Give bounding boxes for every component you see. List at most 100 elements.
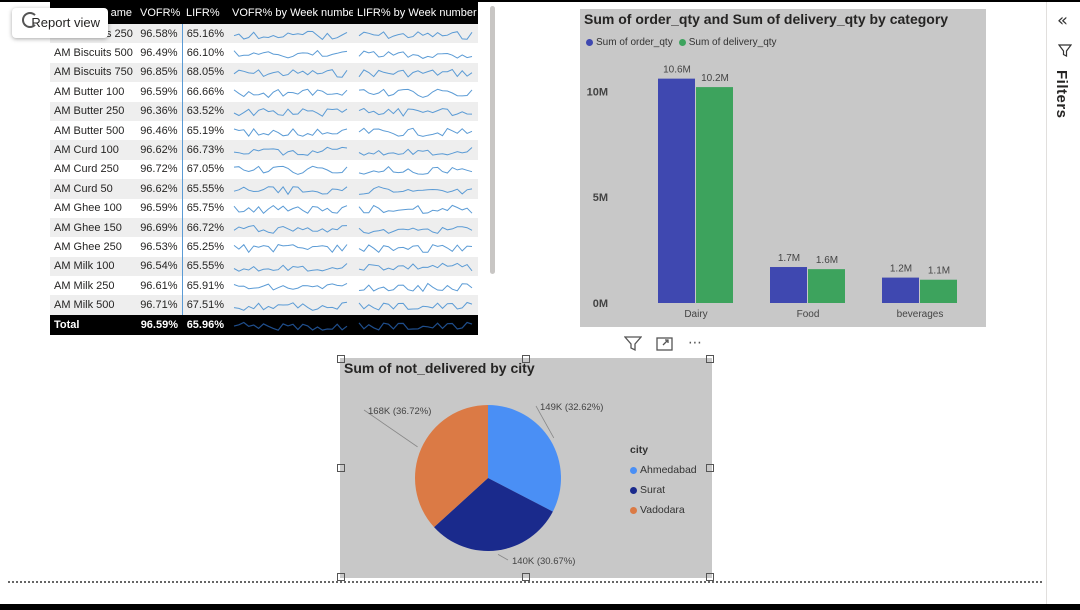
- table-row[interactable]: AM Milk 500 96.71% 67.51%: [50, 295, 478, 315]
- vofr-sparkline: [233, 321, 348, 331]
- x-tick-label: Food: [797, 309, 820, 320]
- resize-handle-top-right[interactable]: [706, 355, 714, 363]
- total-vofr-sparkline: [228, 314, 353, 335]
- bar: [882, 277, 919, 303]
- table-row[interactable]: AM Ghee 100 96.59% 65.75%: [50, 198, 478, 218]
- data-label: 10.2M: [701, 73, 729, 84]
- cell-name: AM Biscuits 500: [50, 43, 136, 63]
- cell-vofr: 96.46%: [136, 120, 183, 141]
- table-row[interactable]: AM Curd 100 96.62% 66.73%: [50, 140, 478, 160]
- table-row[interactable]: AM Butter 100 96.59% 66.66%: [50, 82, 478, 102]
- lifr-sparkline: [358, 263, 473, 272]
- cell-vofr: 96.71%: [136, 295, 183, 315]
- table-row[interactable]: AM Ghee 250 96.53% 65.25%: [50, 237, 478, 257]
- cell-vofr-sparkline: [228, 140, 353, 160]
- table-body: AM Biscuits 25096.58%65.16%AM Biscuits 5…: [50, 24, 478, 335]
- cell-name: AM Butter 250: [50, 101, 136, 121]
- vofr-sparkline: [233, 88, 348, 98]
- cell-vofr: 96.59%: [136, 82, 183, 102]
- cell-name: AM Milk 100: [50, 256, 136, 277]
- cell-lifr: 66.73%: [182, 140, 228, 160]
- cell-lifr: 65.16%: [182, 24, 228, 44]
- cell-name: AM Ghee 150: [50, 217, 136, 238]
- filter-icon[interactable]: [623, 336, 643, 355]
- vofr-sparkline: [233, 301, 348, 312]
- cell-lifr-sparkline: [353, 24, 478, 44]
- cell-name: AM Curd 50: [50, 179, 136, 199]
- cell-vofr-sparkline: [228, 179, 353, 199]
- double-chevron-left-icon[interactable]: «: [1057, 10, 1068, 31]
- table-row[interactable]: AM Curd 50 96.62% 65.55%: [50, 179, 478, 199]
- vofr-sparkline: [233, 224, 348, 234]
- bar-chart-plot: 0M 5M 10M 10.6M 10.2M Dairy 1.7M 1.6M Food 1.2M 1.…: [587, 65, 957, 320]
- legend-item-surat[interactable]: Surat: [630, 480, 697, 500]
- column-header-lifr[interactable]: LIFR%: [182, 2, 228, 24]
- resize-handle-bottom[interactable]: [522, 573, 530, 581]
- pie-data-label: 149K (32.62%): [540, 402, 603, 413]
- cell-name: AM Milk 500: [50, 295, 136, 315]
- table-row[interactable]: AM Biscuits 500 96.49% 66.10%: [50, 43, 478, 63]
- cell-name: AM Ghee 250: [50, 237, 136, 257]
- table-row[interactable]: AM Milk 250 96.61% 65.91%: [50, 276, 478, 296]
- column-header-vofr[interactable]: VOFR%: [136, 2, 182, 24]
- report-view-label: Report view: [31, 15, 100, 30]
- report-view-tooltip: Report view: [12, 8, 108, 38]
- table-row[interactable]: AM Biscuits 25096.58%65.16%: [50, 24, 478, 44]
- cell-vofr: 96.62%: [136, 140, 183, 160]
- pie-chart-visual[interactable]: Sum of not_delivered by city 149K (32.62…: [340, 358, 712, 578]
- data-label: 10.6M: [663, 65, 691, 76]
- table-visual[interactable]: ame VOFR% LIFR% VOFR% by Week number LIF…: [50, 2, 478, 336]
- legend-label: Surat: [640, 484, 666, 496]
- lifr-sparkline: [358, 127, 473, 137]
- lifr-sparkline: [358, 244, 473, 254]
- table-row[interactable]: AM Ghee 150 96.69% 66.72%: [50, 217, 478, 238]
- resize-handle-left[interactable]: [337, 464, 345, 472]
- table-row[interactable]: AM Butter 500 96.46% 65.19%: [50, 120, 478, 141]
- cell-lifr-sparkline: [353, 43, 478, 63]
- filters-pane[interactable]: « Filters: [1046, 2, 1080, 604]
- legend-item-ahmedabad[interactable]: Ahmedabad: [630, 460, 697, 480]
- cell-lifr: 63.52%: [182, 101, 228, 121]
- y-tick-label: 10M: [587, 86, 608, 98]
- resize-handle-top-left[interactable]: [337, 355, 345, 363]
- lifr-sparkline: [358, 282, 473, 292]
- cell-vofr-sparkline: [228, 256, 353, 277]
- table-total-row: Total 96.59% 65.96%: [50, 314, 478, 335]
- cell-lifr-sparkline: [353, 140, 478, 160]
- table-row[interactable]: AM Milk 100 96.54% 65.55%: [50, 256, 478, 277]
- total-lifr-sparkline: [353, 314, 478, 335]
- cell-lifr: 67.05%: [182, 159, 228, 180]
- cell-lifr-sparkline: [353, 62, 478, 83]
- legend-label: Ahmedabad: [640, 464, 697, 476]
- cell-lifr-sparkline: [353, 237, 478, 257]
- resize-handle-top[interactable]: [522, 355, 530, 363]
- cell-lifr: 68.05%: [182, 62, 228, 83]
- legend-item-vadodara[interactable]: Vadodara: [630, 500, 697, 520]
- focus-mode-icon[interactable]: [656, 336, 674, 355]
- page-boundary: [8, 581, 1042, 583]
- table-row[interactable]: AM Butter 250 96.36% 63.52%: [50, 101, 478, 121]
- resize-handle-bottom-right[interactable]: [706, 573, 714, 581]
- column-header-vofr-sparkline[interactable]: VOFR% by Week number: [228, 2, 353, 24]
- table-row[interactable]: AM Curd 250 96.72% 67.05%: [50, 159, 478, 180]
- cell-vofr-sparkline: [228, 24, 353, 44]
- more-options-icon[interactable]: ⋯: [688, 336, 702, 355]
- cell-vofr-sparkline: [228, 237, 353, 257]
- cell-name: AM Butter 500: [50, 120, 136, 141]
- bar: [770, 267, 807, 303]
- cell-name: AM Milk 250: [50, 276, 136, 296]
- bar-chart-visual[interactable]: Sum of order_qty and Sum of delivery_qty…: [580, 9, 986, 327]
- cell-lifr-sparkline: [353, 198, 478, 218]
- vofr-sparkline: [233, 185, 348, 196]
- vofr-sparkline: [233, 49, 348, 59]
- table-scrollbar[interactable]: [490, 6, 495, 274]
- lifr-sparkline: [358, 147, 473, 156]
- resize-handle-bottom-left[interactable]: [337, 573, 345, 581]
- column-header-lifr-sparkline[interactable]: LIFR% by Week number: [353, 2, 478, 24]
- filters-label: Filters: [1053, 70, 1070, 119]
- cell-vofr: 96.54%: [136, 256, 183, 277]
- resize-handle-right[interactable]: [706, 464, 714, 472]
- table-row[interactable]: AM Biscuits 750 96.85% 68.05%: [50, 62, 478, 83]
- cell-vofr-sparkline: [228, 101, 353, 121]
- table-header-row: ame VOFR% LIFR% VOFR% by Week number LIF…: [50, 2, 478, 24]
